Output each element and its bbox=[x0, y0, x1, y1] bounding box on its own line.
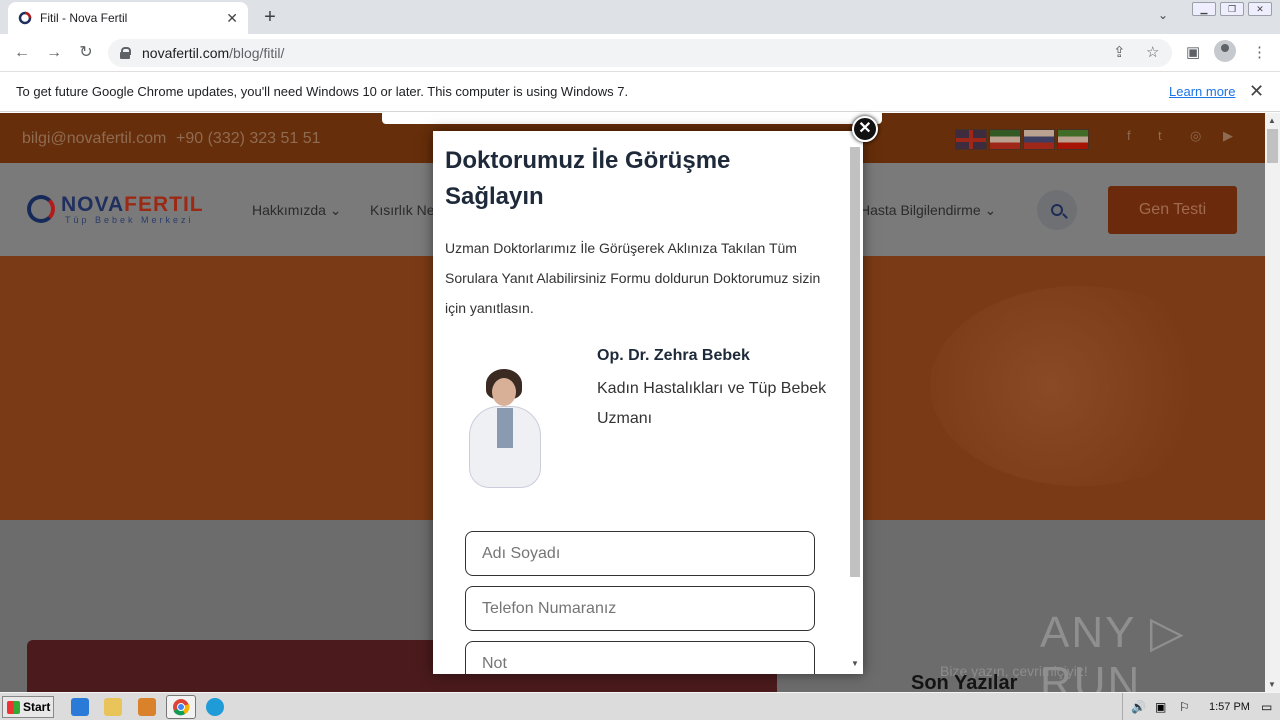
youtube-icon[interactable]: ▶ bbox=[1223, 128, 1233, 144]
anyrun-watermark: ANY ▷ RUN bbox=[1040, 608, 1186, 692]
browser-toolbar: ← → ↻ novafertil.com/blog/fitil/ ⇪ ☆ ▣ ⋮ bbox=[0, 34, 1280, 72]
maximize-button[interactable]: ❐ bbox=[1220, 2, 1244, 16]
update-infobar: To get future Google Chrome updates, you… bbox=[0, 72, 1280, 112]
flag-russian-icon[interactable] bbox=[1023, 129, 1055, 150]
taskbar-clock[interactable]: 1:57 PM bbox=[1209, 701, 1250, 713]
profile-avatar[interactable] bbox=[1214, 40, 1236, 62]
system-tray: 🔊 ▣ ⚐ ▭ bbox=[1122, 693, 1280, 720]
start-button[interactable]: Start bbox=[2, 696, 54, 718]
learn-more-link[interactable]: Learn more bbox=[1169, 84, 1235, 99]
share-icon[interactable]: ⇪ bbox=[1113, 43, 1126, 61]
side-panel-icon[interactable]: ▣ bbox=[1186, 43, 1200, 61]
back-arrow-icon[interactable]: ← bbox=[12, 43, 32, 63]
action-center-flag-icon[interactable]: ⚐ bbox=[1179, 700, 1190, 714]
note-input[interactable] bbox=[465, 641, 815, 674]
network-icon[interactable]: ▣ bbox=[1155, 700, 1166, 714]
flag-arabic-icon[interactable] bbox=[989, 129, 1021, 150]
modal-scrollbar[interactable]: ▼ bbox=[849, 139, 860, 674]
window-close-button[interactable]: ✕ bbox=[1248, 2, 1272, 16]
flag-persian-icon[interactable] bbox=[1057, 129, 1089, 150]
url-domain: novafertil.com bbox=[142, 45, 230, 61]
site-search-button[interactable] bbox=[1037, 190, 1077, 230]
doctor-photo bbox=[463, 366, 547, 488]
modal-scrollbar-thumb[interactable] bbox=[850, 147, 860, 577]
browser-tab[interactable]: Fitil - Nova Fertil ✕ bbox=[8, 2, 248, 34]
tab-search-icon[interactable]: ⌄ bbox=[1158, 8, 1168, 22]
modal-close-icon[interactable]: ✕ bbox=[852, 116, 878, 142]
page-scrollbar[interactable]: ▲ ▼ bbox=[1265, 113, 1280, 692]
logo-subtitle: Tüp Bebek Merkezi bbox=[65, 215, 194, 225]
contact-email[interactable]: bilgi@novafertil.com bbox=[22, 130, 166, 148]
scroll-down-icon[interactable]: ▼ bbox=[1268, 680, 1276, 689]
language-flags bbox=[955, 129, 1089, 150]
chrome-taskbar-button[interactable] bbox=[166, 695, 196, 719]
infobar-message: To get future Google Chrome updates, you… bbox=[16, 84, 629, 99]
new-tab-button[interactable]: + bbox=[260, 5, 280, 29]
nav-item-patient-info[interactable]: Hasta Bilgilendirme ⌄ bbox=[860, 202, 996, 219]
edge-icon[interactable] bbox=[206, 698, 224, 716]
logo-wordmark: NOVAFERTIL bbox=[61, 193, 204, 216]
media-player-icon[interactable] bbox=[138, 698, 156, 716]
search-icon bbox=[1051, 204, 1063, 216]
url-path: /blog/fitil/ bbox=[229, 45, 285, 61]
show-desktop-icon[interactable]: ▭ bbox=[1261, 700, 1272, 714]
sidebar-heading: Son Yazılar bbox=[911, 672, 1018, 692]
logo-mark-icon bbox=[27, 195, 55, 223]
gen-test-button[interactable]: Gen Testi bbox=[1108, 186, 1237, 234]
windows-logo-icon bbox=[7, 700, 20, 714]
volume-icon[interactable]: 🔊 bbox=[1131, 700, 1146, 714]
bookmark-star-icon[interactable]: ☆ bbox=[1146, 43, 1159, 61]
tab-close-icon[interactable]: ✕ bbox=[226, 10, 238, 27]
doctor-name: Op. Dr. Zehra Bebek bbox=[597, 347, 750, 364]
file-explorer-icon[interactable] bbox=[104, 698, 122, 716]
window-controls: ▁ ❐ ✕ bbox=[1192, 2, 1272, 16]
baby-feet-image bbox=[930, 286, 1230, 486]
windows-taskbar: Start 🔊 ▣ ⚐ ▭ 1:57 PM bbox=[0, 692, 1280, 720]
site-favicon-icon bbox=[18, 11, 32, 25]
start-label: Start bbox=[23, 700, 51, 714]
scrollbar-thumb[interactable] bbox=[1267, 129, 1278, 163]
instagram-icon[interactable]: ◎ bbox=[1190, 128, 1201, 144]
menu-kebab-icon[interactable]: ⋮ bbox=[1252, 43, 1267, 61]
minimize-button[interactable]: ▁ bbox=[1192, 2, 1216, 16]
modal-description: Uzman Doktorlarımız İle Görüşerek Aklını… bbox=[445, 240, 821, 316]
phone-input[interactable] bbox=[465, 586, 815, 631]
twitter-icon[interactable]: t bbox=[1158, 128, 1162, 143]
nav-item-infertility[interactable]: Kısırlık Ne bbox=[370, 202, 435, 218]
address-bar[interactable]: novafertil.com/blog/fitil/ bbox=[108, 39, 1172, 67]
doctor-title: Kadın Hastalıkları ve Tüp Bebek Uzmanı bbox=[597, 380, 827, 427]
modal-title: Doktorumuz İle Görüşme Sağlayın bbox=[445, 147, 731, 210]
name-input[interactable] bbox=[465, 531, 815, 576]
doctor-contact-modal: Doktorumuz İle Görüşme Sağlayın Uzman Do… bbox=[433, 131, 863, 674]
modal-scroll-down-icon[interactable]: ▼ bbox=[851, 659, 859, 668]
tab-title: Fitil - Nova Fertil bbox=[40, 11, 128, 25]
infobar-close-icon[interactable]: ✕ bbox=[1249, 81, 1264, 102]
scroll-up-icon[interactable]: ▲ bbox=[1268, 116, 1276, 125]
browser-tab-strip: Fitil - Nova Fertil ✕ + ⌄ ▁ ❐ ✕ bbox=[0, 0, 1280, 34]
site-logo[interactable]: NOVAFERTIL Tüp Bebek Merkezi bbox=[27, 193, 207, 227]
facebook-icon[interactable]: f bbox=[1127, 128, 1131, 143]
internet-explorer-icon[interactable] bbox=[71, 698, 89, 716]
lock-icon bbox=[120, 47, 131, 59]
popup-backdrop-strip bbox=[382, 113, 882, 124]
flag-english-icon[interactable] bbox=[955, 129, 987, 150]
nav-item-about[interactable]: Hakkımızda ⌄ bbox=[252, 202, 342, 219]
contact-phone[interactable]: +90 (332) 323 51 51 bbox=[176, 130, 321, 148]
reload-icon[interactable]: ↻ bbox=[76, 43, 96, 63]
forward-arrow-icon[interactable]: → bbox=[44, 43, 64, 63]
